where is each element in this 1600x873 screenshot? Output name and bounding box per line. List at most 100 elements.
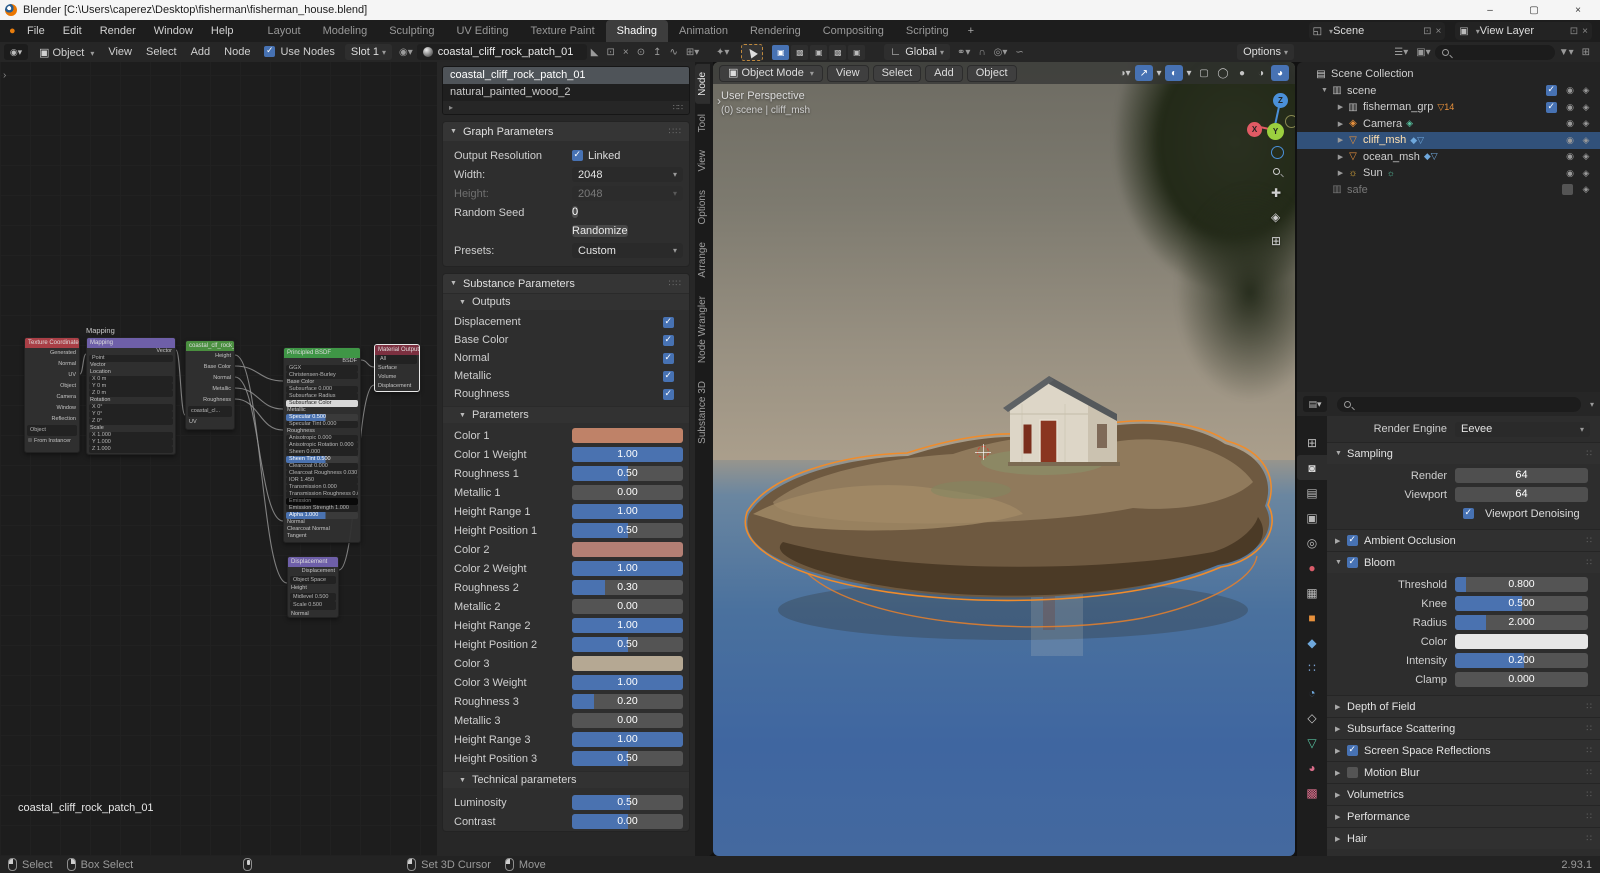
field-viewport[interactable]: 64 (1455, 487, 1588, 502)
object-name[interactable]: scene (1347, 85, 1376, 97)
workspace-tab-modeling[interactable]: Modeling (312, 20, 379, 42)
node-coastal-clf-rock-p[interactable]: coastal_clf_rock_p...HeightBase ColorNor… (185, 340, 235, 430)
disclosure-icon[interactable]: ▶ (1335, 813, 1347, 821)
output-checkbox-displacement[interactable] (663, 317, 674, 328)
slider-height-position-1[interactable]: 0.50 (572, 523, 683, 538)
transform-orientation-dropdown[interactable]: ∟ Global▾ (884, 44, 950, 60)
view-layer-name[interactable]: View Layer (1480, 25, 1566, 37)
node-displacement[interactable]: DisplacementDisplacementObject SpaceHeig… (287, 556, 339, 618)
outliner-search-input[interactable] (1435, 45, 1555, 60)
new-view-layer-icon[interactable]: ⊡ (1570, 26, 1578, 37)
node-socket-from-instancer[interactable]: From Instancer (25, 436, 79, 447)
slider-height-range-3[interactable]: 1.00 (572, 732, 683, 747)
slider-knee[interactable]: 0.500 (1455, 596, 1588, 611)
outliner-row-camera[interactable]: ▶◈Camera◈◉◈ (1297, 116, 1600, 133)
node-socket-transmission-0-000[interactable]: Transmission 0.000 (286, 484, 358, 491)
workspace-tab-animation[interactable]: Animation (668, 20, 739, 42)
node-socket-emission-strength-1-000[interactable]: Emission Strength 1.000 (286, 505, 358, 512)
gizmo-dropdown-icon[interactable]: ▾ (1154, 65, 1164, 81)
output-checkbox-roughness[interactable] (663, 389, 674, 400)
gizmo-neg-x-axis[interactable] (1285, 115, 1295, 128)
properties-editor-icon[interactable]: ▤▾ (1303, 396, 1327, 412)
properties-tab-physics[interactable]: ◔ (1297, 680, 1327, 705)
node-socket-specular-tint-0-000[interactable]: Specular Tint 0.000 (286, 421, 358, 428)
properties-options-icon[interactable]: ▾ (1590, 400, 1594, 409)
gizmo-y-axis[interactable]: Y (1267, 123, 1284, 140)
color-swatch-color-2[interactable] (572, 542, 683, 557)
section-header-depth-of-field[interactable]: ▶Depth of Field∷ (1327, 696, 1600, 717)
expand-icon[interactable]: ▶ (1335, 153, 1346, 161)
shader-menu-add[interactable]: Add (184, 46, 218, 58)
shader-node-editor[interactable]: Texture CoordinateGeneratedNormalUVObjec… (0, 62, 713, 856)
node-socket-y-0-m[interactable]: Y 0 m (89, 383, 173, 390)
hide-eye-icon[interactable]: ◉ (1562, 102, 1578, 113)
disable-render-icon[interactable]: ◈ (1578, 118, 1594, 129)
properties-tab-object-data[interactable]: ▽ (1297, 730, 1327, 755)
outliner-row-fisherman-grp[interactable]: ▶▥fisherman_grp▽14◉◈ (1297, 99, 1600, 116)
node-socket-object[interactable]: Object (27, 425, 77, 436)
viewport-menu-object[interactable]: Object (967, 65, 1017, 82)
menu-help[interactable]: Help (202, 20, 243, 42)
node-socket-subsurface-color[interactable]: Subsurface Color (286, 400, 358, 407)
viewport-menu-add[interactable]: Add (925, 65, 963, 82)
slider-height-position-3[interactable]: 0.50 (572, 751, 683, 766)
slider-height-range-1[interactable]: 1.00 (572, 504, 683, 519)
properties-search-input[interactable] (1337, 397, 1581, 412)
overlays-toggle-icon[interactable]: ◐ (1165, 65, 1183, 81)
scene-name[interactable]: Scene (1333, 25, 1419, 37)
properties-tab-output[interactable]: ▤ (1297, 480, 1327, 505)
node-socket-ggx[interactable]: GGX (286, 365, 358, 372)
node-socket-ior-1-450[interactable]: IOR 1.450 (286, 477, 358, 484)
material-slot-natural-painted-wood-2[interactable]: natural_painted_wood_2 (443, 84, 689, 101)
outliner-row-sun[interactable]: ▶☼Sun☼◉◈ (1297, 165, 1600, 182)
slider-clamp[interactable]: 0.000 (1455, 672, 1588, 687)
slider-roughness-3[interactable]: 0.20 (572, 694, 683, 709)
node-socket-transmission-roughness-0-000[interactable]: Transmission Roughness 0.000 (286, 491, 358, 498)
shading-rendered-icon[interactable]: ◕ (1271, 65, 1289, 81)
workspace-tab-layout[interactable]: Layout (257, 20, 312, 42)
shader-menu-select[interactable]: Select (139, 46, 184, 58)
node-socket-clearcoat-roughness-0-030[interactable]: Clearcoat Roughness 0.030 (286, 470, 358, 477)
snap-node-icon[interactable]: ∿ (669, 47, 677, 58)
viewport-menu-view[interactable]: View (827, 65, 869, 82)
section-header-motion-blur[interactable]: ▶Motion Blur∷ (1327, 762, 1600, 783)
color-swatch-color-3[interactable] (572, 656, 683, 671)
node-socket-x-0-m[interactable]: X 0 m (89, 376, 173, 383)
checkbox-viewport-denoising[interactable] (1463, 508, 1474, 519)
outliner-row-ocean-msh[interactable]: ▶▽ocean_msh◆▽◉◈ (1297, 149, 1600, 166)
visibility-dropdown-icon[interactable]: ◑▾ (1116, 65, 1134, 81)
outliner-row-safe[interactable]: ▥safe◈ (1297, 182, 1600, 199)
expand-icon[interactable]: ▶ (1335, 169, 1346, 177)
object-name[interactable]: Camera (1363, 118, 1402, 130)
gizmo-neg-z-axis[interactable] (1271, 146, 1284, 159)
workspace-tab-scripting[interactable]: Scripting (895, 20, 960, 42)
section-header-volumetrics[interactable]: ▶Volumetrics∷ (1327, 784, 1600, 805)
section-header-screen-space-reflections[interactable]: ▶Screen Space Reflections∷ (1327, 740, 1600, 761)
outliner-row-scene[interactable]: ▼▥scene◉◈ (1297, 83, 1600, 100)
disclosure-icon[interactable]: ▶ (1335, 791, 1347, 799)
add-workspace-button[interactable]: + (960, 25, 982, 37)
hide-eye-icon[interactable]: ◉ (1562, 151, 1578, 162)
node-header[interactable]: Mapping (87, 338, 175, 348)
material-name[interactable]: coastal_cliff_rock_patch_01 (438, 46, 574, 58)
sidebar-tab-options[interactable]: Options (695, 182, 710, 232)
slider-threshold[interactable]: 0.800 (1455, 577, 1588, 592)
exclude-checkbox[interactable] (1562, 184, 1578, 195)
select-mode-new-icon[interactable]: ▣ (772, 45, 789, 60)
output-checkbox-normal[interactable] (663, 353, 674, 364)
workspace-tab-shading[interactable]: Shading (606, 20, 668, 42)
select-mode-intersect-icon[interactable]: ▣ (848, 45, 865, 60)
outliner-filter-icon[interactable]: ▼▾ (1559, 47, 1574, 58)
slider-height-position-2[interactable]: 0.50 (572, 637, 683, 652)
render-engine-dropdown[interactable]: Eevee▾ (1455, 422, 1590, 437)
gizmo-x-axis[interactable]: X (1247, 122, 1262, 137)
select-mode-invert-icon[interactable]: ▩ (829, 45, 846, 60)
material-browse-icon[interactable]: ◉▾ (399, 47, 413, 58)
viewport-3d[interactable]: ▣ Object Mode ▾ ViewSelectAddObject ◑▾ ↗… (713, 62, 1295, 856)
technical-subheader[interactable]: ▼Technical parameters (443, 771, 689, 788)
node-socket-z-0[interactable]: Z 0° (89, 418, 173, 425)
workspace-tab-compositing[interactable]: Compositing (812, 20, 895, 42)
disable-render-icon[interactable]: ◈ (1578, 85, 1594, 96)
minimize-button[interactable]: – (1468, 0, 1512, 20)
toolbar-expand-icon[interactable]: › (717, 94, 721, 108)
